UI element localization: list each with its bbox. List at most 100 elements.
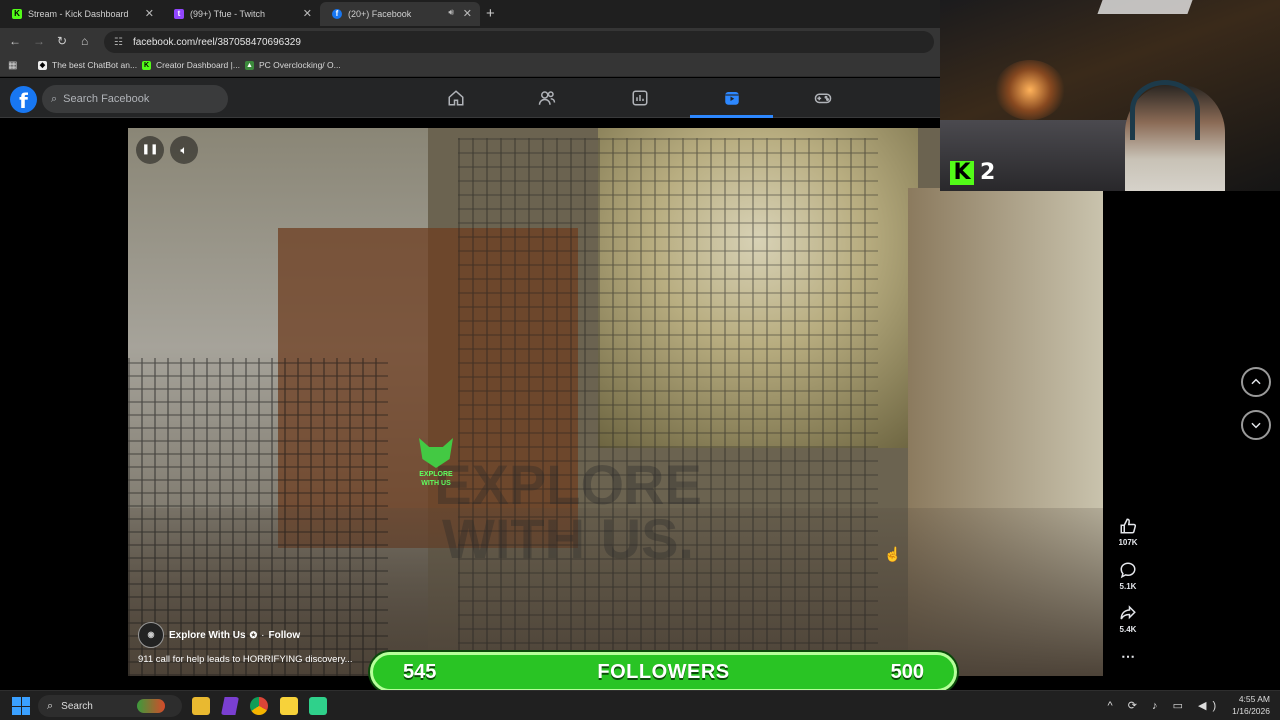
new-tab-button[interactable]: + xyxy=(486,5,495,22)
mouse-cursor-icon: ☝ xyxy=(884,546,902,562)
like-count: 107K xyxy=(1118,538,1138,547)
close-icon[interactable]: ✕ xyxy=(303,7,312,20)
nav-reels[interactable] xyxy=(719,86,745,110)
home-icon xyxy=(448,90,464,106)
share-button[interactable]: 5.4K xyxy=(1114,604,1142,634)
windows-taskbar: ⌕ Search ^ ⟳ ♪ ▭ ◀) 4:55 AM 1/16/2026 xyxy=(0,690,1280,720)
chrome-icon[interactable] xyxy=(250,697,268,715)
kick-icon: K xyxy=(142,60,151,70)
active-tab-indicator xyxy=(690,115,773,118)
share-icon xyxy=(1120,605,1136,620)
tab-facebook[interactable]: f (20+) Facebook 🔊︎ ✕ xyxy=(320,2,480,26)
reel-author[interactable]: ◉ Explore With Us ✪ · Follow xyxy=(138,622,300,648)
nav-gaming[interactable] xyxy=(810,86,836,110)
separator: · xyxy=(261,629,265,641)
comment-count: 5.1K xyxy=(1119,582,1137,591)
chevron-up-icon xyxy=(1251,378,1261,385)
reels-icon xyxy=(725,92,739,105)
facebook-search-input[interactable]: ⌕ Search Facebook xyxy=(42,85,228,113)
search-icon: ⌕ xyxy=(51,92,58,105)
avatar[interactable]: ◉ xyxy=(138,622,164,648)
bookmark-label: The best ChatBot an... xyxy=(52,60,138,70)
viewer-count: 2 xyxy=(980,160,996,185)
file-explorer-icon[interactable] xyxy=(192,697,210,715)
chevron-down-icon xyxy=(1251,422,1261,429)
dashboard-icon xyxy=(632,90,648,106)
overclock-icon: ▲ xyxy=(245,60,254,70)
system-tray: ^ ⟳ ♪ ▭ ◀) 4:55 AM 1/16/2026 xyxy=(1108,693,1270,717)
reel-caption[interactable]: 911 call for help leads to HORRIFYING di… xyxy=(138,654,353,665)
reel-video[interactable]: EXPLORE WITH US. EXPLORE WITH US ❚❚ 🔈︎ ◉… xyxy=(128,128,1103,676)
facebook-header: f ⌕ Search Facebook xyxy=(0,78,940,118)
bookmark-overclocking[interactable]: ▲ PC Overclocking/ O... xyxy=(245,60,341,70)
author-name[interactable]: Explore With Us xyxy=(169,630,246,641)
address-toolbar: ← → ↻ ⌂ ☷ facebook.com/reel/387058470696… xyxy=(0,28,940,56)
bookmark-label: PC Overclocking/ O... xyxy=(259,60,341,70)
kick-logo-icon: K xyxy=(950,160,974,185)
forward-icon[interactable]: → xyxy=(33,34,45,48)
search-icon: ⌕ xyxy=(47,699,54,712)
ceiling-light xyxy=(1097,0,1193,14)
sticky-notes-icon[interactable] xyxy=(280,697,298,715)
kick-icon: K xyxy=(12,9,22,19)
close-icon[interactable]: ✕ xyxy=(145,7,154,20)
tab-label: (20+) Facebook xyxy=(348,9,412,19)
bookmark-creator-dashboard[interactable]: K Creator Dashboard |... xyxy=(142,60,240,70)
video-watermark: EXPLORE WITH US. xyxy=(434,453,702,570)
twitch-studio-icon[interactable] xyxy=(221,697,239,715)
back-icon[interactable]: ← xyxy=(9,34,21,48)
chatbot-icon: ◆ xyxy=(38,60,47,70)
clock-time: 4:55 AM xyxy=(1238,694,1270,704)
reload-icon[interactable]: ↻ xyxy=(57,34,67,48)
follow-button[interactable]: Follow xyxy=(268,630,300,641)
bookmarks-bar: ▦ ◆ The best ChatBot an... K Creator Das… xyxy=(0,56,940,77)
search-highlight-icon xyxy=(136,699,165,713)
share-count: 5.4K xyxy=(1119,625,1137,634)
site-info-icon[interactable]: ☷ xyxy=(114,37,123,48)
headset xyxy=(1130,80,1200,140)
lamp-glow xyxy=(995,60,1065,120)
previous-reel-button[interactable] xyxy=(1241,367,1271,397)
twitch-icon: t xyxy=(174,9,184,19)
close-icon[interactable]: ✕ xyxy=(463,7,472,20)
speaker-icon[interactable]: 🔊︎ xyxy=(448,7,454,18)
followers-label: FOLLOWERS xyxy=(597,660,730,683)
volume-button[interactable]: 🔈︎ xyxy=(170,136,198,164)
url-bar[interactable]: ☷ facebook.com/reel/387058470696329 xyxy=(104,31,934,53)
home-icon[interactable]: ⌂ xyxy=(81,34,88,48)
nav-home[interactable] xyxy=(443,86,469,110)
clock[interactable]: 4:55 AM 1/16/2026 xyxy=(1232,693,1270,717)
apps-icon[interactable]: ▦ xyxy=(8,60,17,71)
app-icon[interactable] xyxy=(309,697,327,715)
tab-twitch[interactable]: t (99+) Tfue - Twitch ✕ xyxy=(162,2,320,26)
clock-date: 1/16/2026 xyxy=(1232,706,1270,716)
nav-friends[interactable] xyxy=(534,86,560,110)
next-reel-button[interactable] xyxy=(1241,410,1271,440)
gaming-icon xyxy=(814,93,832,104)
comment-icon xyxy=(1120,562,1136,579)
verified-icon: ✪ xyxy=(249,629,258,640)
comment-button[interactable]: 5.1K xyxy=(1114,561,1142,591)
bookmark-label: Creator Dashboard |... xyxy=(156,60,240,70)
tab-kick-dashboard[interactable]: K Stream - Kick Dashboard ✕ xyxy=(0,2,162,26)
taskbar-search[interactable]: ⌕ Search xyxy=(38,695,182,717)
followers-current: 545 xyxy=(403,660,437,683)
like-button[interactable]: 107K xyxy=(1114,517,1142,547)
search-placeholder: Search Facebook xyxy=(63,93,150,105)
followers-goal-bar: 545 FOLLOWERS 500 xyxy=(370,652,957,692)
pause-button[interactable]: ❚❚ xyxy=(136,136,164,164)
more-options-button[interactable]: ⋯ xyxy=(1114,648,1142,665)
tab-label: (99+) Tfue - Twitch xyxy=(190,9,265,19)
thumbs-up-icon xyxy=(1120,518,1137,534)
facebook-logo[interactable]: f xyxy=(10,86,37,113)
tray-icons[interactable]: ^ ⟳ ♪ ▭ ◀) xyxy=(1108,699,1223,712)
followers-goal: 500 xyxy=(890,660,924,683)
nav-dashboard[interactable] xyxy=(627,86,653,110)
video-scene-cage xyxy=(458,138,878,658)
taskbar-search-label: Search xyxy=(61,700,93,712)
bookmark-chatbot[interactable]: ◆ The best ChatBot an... xyxy=(38,60,137,70)
tab-label: Stream - Kick Dashboard xyxy=(28,9,129,19)
more-icon: ⋯ xyxy=(1121,648,1135,664)
kick-viewer-count: K 2 xyxy=(950,160,995,185)
start-button[interactable] xyxy=(12,697,30,715)
